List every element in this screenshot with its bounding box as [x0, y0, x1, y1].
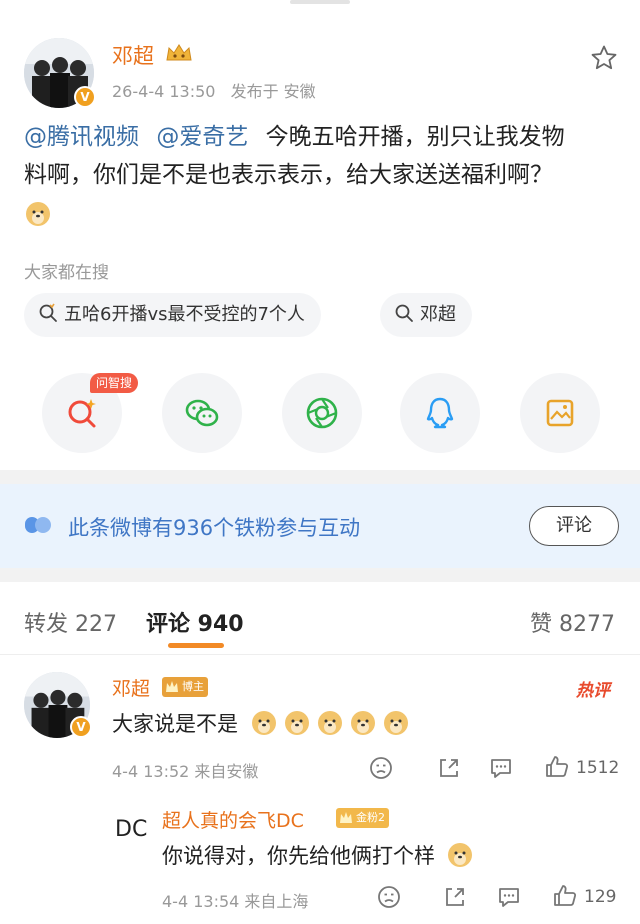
- doge-emoji-icon: [251, 711, 276, 735]
- fan-level-badge: 金粉2: [336, 808, 389, 828]
- mention-tencent-video[interactable]: @腾讯视频: [24, 124, 139, 150]
- vip-crown-icon: [166, 44, 192, 61]
- share-wechat-button[interactable]: [162, 373, 242, 453]
- reply-icon[interactable]: [496, 884, 522, 910]
- reply-author-name[interactable]: 超人真的会飞DC: [162, 806, 304, 833]
- doge-emoji-icon: [383, 711, 408, 735]
- comment-author-name[interactable]: 邓超: [112, 674, 150, 701]
- doge-emoji-icon: [350, 711, 375, 735]
- section-divider: [0, 470, 640, 484]
- share-save-image-button[interactable]: [520, 373, 600, 453]
- hot-search-icon: [39, 303, 57, 322]
- author-badge: 博主: [162, 677, 208, 697]
- fan-level-label: 金粉2: [356, 811, 385, 824]
- post-body-line1: 今晚五哈开播，别只让我发物: [265, 124, 565, 150]
- like-count: 1512: [576, 758, 620, 778]
- post-time: 26-4-4 13:50: [112, 82, 216, 101]
- search-chip-show[interactable]: 五哈6开播vs最不受控的7个人: [24, 293, 321, 337]
- search-chip-dengchao-label: 邓超: [420, 304, 456, 325]
- post-body: @腾讯视频 @爱奇艺 今晚五哈开播，别只让我发物 料啊，你们是不是也表示表示，给…: [24, 118, 624, 234]
- author-badge-label: 博主: [182, 680, 204, 693]
- like-count: 129: [584, 887, 617, 907]
- doge-emoji-icon: [447, 843, 472, 867]
- drag-handle[interactable]: [290, 0, 350, 4]
- post-body-line2: 料啊，你们是不是也表示表示，给大家送送福利啊？: [24, 162, 553, 188]
- dislike-icon[interactable]: [376, 884, 402, 910]
- comment-meta: 4-4 13:52 来自安徽: [112, 762, 259, 781]
- share-qq-button[interactable]: [400, 373, 480, 453]
- doge-emoji-icon: [26, 202, 50, 226]
- tab-likes[interactable]: 赞 8277: [530, 606, 615, 638]
- favorite-star-icon[interactable]: [590, 44, 618, 72]
- moments-icon: [306, 397, 338, 429]
- tab-active-indicator: [168, 643, 224, 648]
- svg-text:DC: DC: [115, 817, 147, 842]
- post-location: 发布于 安徽: [230, 82, 316, 101]
- verified-icon: V: [74, 86, 96, 108]
- share-icon[interactable]: [436, 755, 462, 781]
- mention-iqiyi[interactable]: @爱奇艺: [156, 124, 248, 150]
- vip-crown-icon: [166, 681, 178, 692]
- tab-divider: [0, 654, 640, 655]
- share-moments-button[interactable]: [282, 373, 362, 453]
- comment-text: 大家说是不是: [112, 708, 410, 738]
- save-image-icon: [546, 399, 574, 427]
- verified-icon: V: [70, 716, 92, 738]
- reply-meta: 4-4 13:54 来自上海: [162, 892, 309, 911]
- search-chip-show-label: 五哈6开播vs最不受控的7个人: [64, 304, 305, 325]
- tab-comments[interactable]: 评论 940: [146, 606, 244, 638]
- reply-text-body: 你说得对，你先给他俩打个样: [162, 844, 435, 868]
- doge-emoji-icon: [284, 711, 309, 735]
- hot-comment-tag: 热评: [576, 681, 610, 701]
- comment-button[interactable]: 评论: [529, 506, 619, 546]
- like-icon[interactable]: [552, 883, 578, 909]
- fans-text: 此条微博有936个铁粉参与互动: [68, 516, 361, 540]
- qq-icon: [426, 397, 454, 429]
- section-divider-2: [0, 568, 640, 582]
- doge-emoji-row: [245, 711, 410, 736]
- ai-search-tag: 问智搜: [90, 373, 139, 393]
- fans-icon: [25, 517, 51, 533]
- dislike-icon[interactable]: [368, 755, 394, 781]
- tab-repost[interactable]: 转发 227: [24, 606, 117, 638]
- fans-interaction-bar: 此条微博有936个铁粉参与互动 评论: [0, 484, 640, 568]
- search-icon: [395, 304, 413, 322]
- reply-text: 你说得对，你先给他俩打个样: [162, 840, 474, 870]
- ai-search-icon: [68, 399, 96, 428]
- share-icon[interactable]: [442, 884, 468, 910]
- doge-emoji-icon: [317, 711, 342, 735]
- author-name[interactable]: 邓超: [112, 40, 154, 70]
- like-icon[interactable]: [544, 754, 570, 780]
- post-meta: 26-4-4 13:50 发布于 安徽: [112, 78, 316, 102]
- comment-text-body: 大家说是不是: [112, 712, 238, 736]
- search-chip-dengchao[interactable]: 邓超: [380, 293, 472, 337]
- search-section-title: 大家都在搜: [24, 263, 109, 283]
- vip-crown-icon: [340, 812, 352, 823]
- reply-icon[interactable]: [488, 755, 514, 781]
- reply-avatar[interactable]: DC: [112, 806, 152, 846]
- wechat-icon: [185, 399, 219, 427]
